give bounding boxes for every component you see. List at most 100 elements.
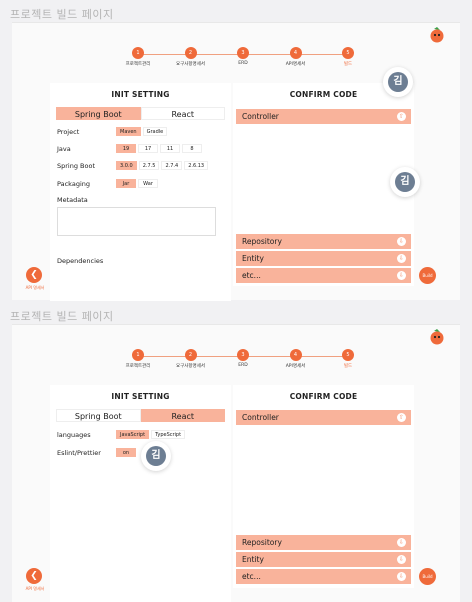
eslint-label: Eslint/Prettier	[57, 449, 101, 457]
metadata-input[interactable]	[57, 207, 216, 236]
java-option-8[interactable]: 8	[182, 144, 202, 153]
boot-option-275[interactable]: 2.7.5	[138, 161, 160, 170]
dependencies-label: Dependencies	[57, 257, 104, 265]
progress-stepper: 1 프로젝트관리 2 요구사항명세서 3 ERD 4 API명세서 5 빌드	[126, 47, 356, 73]
boot-option-274[interactable]: 2.7.4	[161, 161, 183, 170]
boot-option-2613[interactable]: 2.6.13	[184, 161, 209, 170]
framework-tabs: Spring Boot React	[56, 409, 225, 422]
tab-spring-boot[interactable]: Spring Boot	[56, 409, 141, 422]
chevron-down-icon: ⇩	[397, 271, 406, 280]
java-option-11[interactable]: 11	[160, 144, 180, 153]
languages-label: languages	[57, 431, 91, 439]
java-options: 19 17 11 8	[116, 144, 202, 153]
step-4[interactable]: 4 API명세서	[276, 47, 316, 67]
step-4[interactable]: 4 API명세서	[276, 349, 316, 369]
step-2[interactable]: 2 요구사항명세서	[171, 349, 211, 369]
accordion-etc[interactable]: etc... ⇩	[236, 569, 411, 584]
step-1[interactable]: 1 프로젝트관리	[118, 349, 158, 369]
etc-label: etc...	[242, 572, 261, 581]
packaging-option-jar[interactable]: Jar	[116, 179, 136, 188]
project-option-gradle[interactable]: Gradle	[142, 127, 168, 136]
page-title: 프로젝트 빌드 페이지	[10, 8, 114, 21]
spring-boot-options: 3.0.0 2.7.5 2.7.4 2.6.13	[116, 161, 209, 170]
chevron-down-icon: ⇩	[397, 538, 406, 547]
tab-react[interactable]: React	[140, 409, 225, 422]
avatar-initial: 김	[146, 446, 166, 466]
avatar-initial: 김	[388, 72, 408, 92]
page-title: 프로젝트 빌드 페이지	[10, 310, 114, 323]
step-5[interactable]: 5 빌드	[328, 349, 368, 369]
accordion-controller[interactable]: Controller ⇧	[236, 410, 411, 425]
repository-label: Repository	[242, 538, 282, 547]
project-options: Maven Gradle	[116, 127, 168, 136]
chevron-down-icon: ⇩	[397, 555, 406, 564]
init-setting-panel: INIT SETTING Spring Boot React languages…	[50, 385, 231, 602]
accordion-controller[interactable]: Controller ⇧	[236, 109, 411, 124]
chevron-left-icon: ❮	[30, 571, 38, 581]
confirm-code-panel: CONFIRM CODE Controller ⇧ Repository ⇩ Ent…	[233, 83, 414, 286]
project-option-maven[interactable]: Maven	[116, 127, 141, 136]
entity-label: Entity	[242, 254, 264, 263]
java-option-19[interactable]: 19	[116, 144, 136, 153]
packaging-option-war[interactable]: War	[138, 179, 158, 188]
back-button[interactable]: ❮	[26, 267, 42, 283]
chevron-down-icon: ⇩	[397, 254, 406, 263]
build-page-section-spring: 프로젝트 빌드 페이지 1 프로젝트관리 2 요구사항명세서 3 ERD 4 API명세…	[0, 0, 472, 301]
init-setting-panel: INIT SETTING Spring Boot React Project M…	[50, 83, 231, 301]
back-button-label: API 명세서	[25, 586, 45, 591]
tab-react[interactable]: React	[140, 107, 225, 120]
progress-stepper: 1 프로젝트관리 2 요구사항명세서 3 ERD 4 API명세서 5 빌드	[126, 349, 356, 375]
step-3[interactable]: 3 ERD	[223, 47, 263, 66]
entity-label: Entity	[242, 555, 264, 564]
accordion-repository[interactable]: Repository ⇩	[236, 234, 411, 249]
step-2[interactable]: 2 요구사항명세서	[171, 47, 211, 67]
chevron-down-icon: ⇩	[397, 237, 406, 246]
mascot-icon	[430, 329, 444, 345]
packaging-options: Jar War	[116, 179, 158, 188]
controller-label: Controller	[242, 112, 279, 121]
etc-label: etc...	[242, 271, 261, 280]
avatar-initial: 김	[395, 172, 415, 192]
project-label: Project	[57, 128, 80, 136]
back-button-label: API 명세서	[25, 285, 45, 290]
spring-boot-label: Spring Boot	[57, 162, 96, 170]
accordion-etc[interactable]: etc... ⇩	[236, 268, 411, 283]
chevron-up-icon: ⇧	[397, 413, 406, 422]
build-page-section-react: 프로젝트 빌드 페이지 1 프로젝트관리 2 요구사항명세서 3 ERD 4 API명세…	[0, 302, 472, 602]
back-button[interactable]: ❮	[26, 568, 42, 584]
build-button[interactable]: Build	[419, 267, 436, 284]
chevron-down-icon: ⇩	[397, 572, 406, 581]
build-button[interactable]: Build	[419, 568, 436, 585]
framework-tabs: Spring Boot React	[56, 107, 225, 120]
user-avatar-cursor[interactable]: 김	[390, 167, 420, 197]
chevron-up-icon: ⇧	[397, 112, 406, 121]
language-option-javascript[interactable]: JavaScript	[116, 430, 150, 439]
mascot-icon	[430, 27, 444, 43]
java-option-17[interactable]: 17	[138, 144, 158, 153]
init-setting-title: INIT SETTING	[111, 392, 170, 401]
init-setting-title: INIT SETTING	[111, 90, 170, 99]
language-option-typescript[interactable]: TypeScript	[151, 430, 186, 439]
accordion-repository[interactable]: Repository ⇩	[236, 535, 411, 550]
eslint-option-on[interactable]: on	[116, 448, 136, 457]
boot-option-300[interactable]: 3.0.0	[116, 161, 137, 170]
confirm-code-panel: CONFIRM CODE Controller ⇧ Repository ⇩ Ent…	[233, 385, 414, 588]
step-3[interactable]: 3 ERD	[223, 349, 263, 368]
user-avatar-cursor[interactable]: 김	[141, 441, 171, 471]
packaging-label: Packaging	[57, 180, 90, 188]
chevron-left-icon: ❮	[30, 270, 38, 280]
accordion-entity[interactable]: Entity ⇩	[236, 251, 411, 266]
controller-label: Controller	[242, 413, 279, 422]
repository-label: Repository	[242, 237, 282, 246]
java-label: Java	[57, 145, 71, 153]
step-1[interactable]: 1 프로젝트관리	[118, 47, 158, 67]
step-5[interactable]: 5 빌드	[328, 47, 368, 67]
build-board: 1 프로젝트관리 2 요구사항명세서 3 ERD 4 API명세서 5 빌드 INIT S…	[12, 324, 460, 602]
confirm-code-title: CONFIRM CODE	[289, 392, 358, 401]
languages-options: JavaScript TypeScript	[116, 430, 186, 439]
accordion-entity[interactable]: Entity ⇩	[236, 552, 411, 567]
metadata-label: Metadata	[57, 196, 88, 204]
user-avatar[interactable]: 김	[383, 67, 413, 97]
build-board: 1 프로젝트관리 2 요구사항명세서 3 ERD 4 API명세서 5 빌드 INIT S…	[12, 22, 460, 301]
tab-spring-boot[interactable]: Spring Boot	[56, 107, 141, 120]
